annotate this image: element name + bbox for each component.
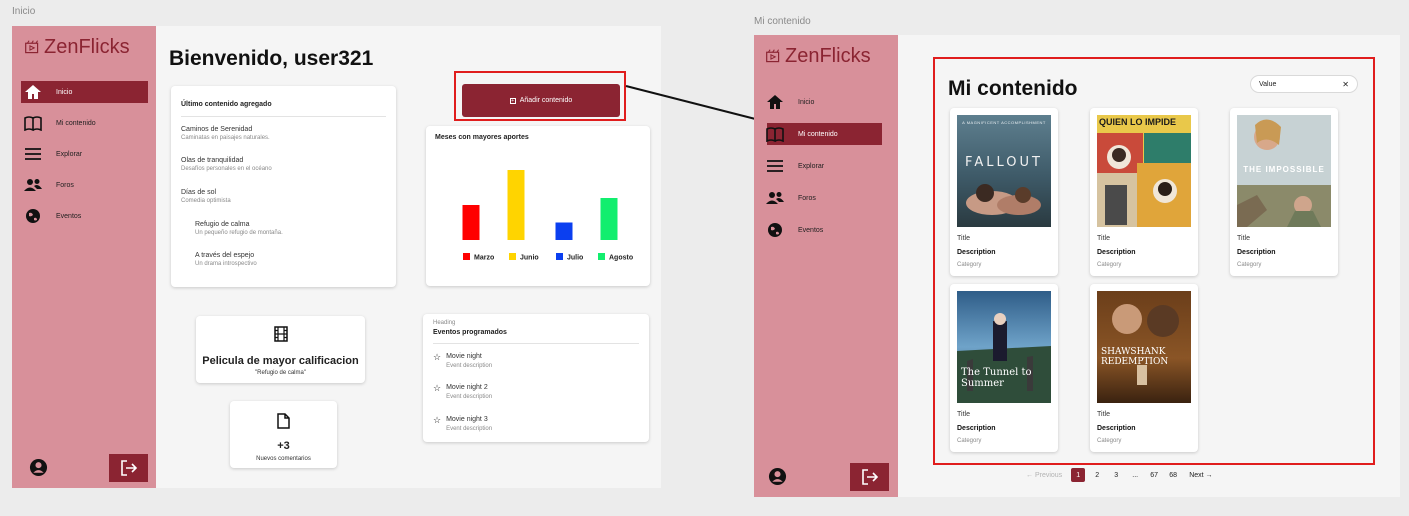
logout-icon — [861, 469, 878, 485]
sidebar-item-foros[interactable]: Foros — [754, 187, 898, 209]
logout-button[interactable] — [850, 463, 889, 491]
users-icon — [764, 189, 786, 207]
sidebar-item-label: Eventos — [798, 226, 824, 234]
logo[interactable]: ZenFlicks — [765, 45, 871, 68]
book-icon — [764, 125, 786, 143]
sidebar: ZenFlicks Inicio Mi contenido Explorar F… — [754, 35, 898, 497]
page-2[interactable]: 2 — [1090, 472, 1104, 479]
sidebar-item-label: Explorar — [798, 162, 825, 170]
home-icon — [764, 93, 786, 111]
sidebar-item-eventos[interactable]: Eventos — [754, 219, 898, 241]
logo-text: ZenFlicks — [785, 45, 871, 67]
menu-icon — [764, 157, 786, 175]
account-icon[interactable] — [768, 467, 787, 491]
globe-icon — [764, 221, 786, 239]
sidebar-item-label: Mi contenido — [798, 130, 838, 138]
pagination-previous[interactable]: ← Previous — [1026, 472, 1062, 479]
page-ellipsis: ... — [1132, 471, 1139, 479]
sidebar-item-label: Foros — [798, 194, 816, 202]
sidebar-item-explorar[interactable]: Explorar — [754, 155, 898, 177]
highlight-box-content-grid — [933, 57, 1375, 465]
page-68[interactable]: 68 — [1166, 472, 1180, 479]
sidebar-nav: Inicio Mi contenido Explorar Foros Event… — [754, 91, 898, 251]
film-logo-icon — [766, 49, 780, 63]
pagination-next[interactable]: Next → — [1189, 472, 1212, 479]
page-3[interactable]: 3 — [1109, 472, 1123, 479]
page-67[interactable]: 67 — [1147, 472, 1161, 479]
sidebar-item-label: Inicio — [798, 98, 815, 106]
sidebar-item-mi-contenido[interactable]: Mi contenido — [754, 123, 898, 145]
pagination: ← Previous 1 2 3 ... 67 68 Next → — [1026, 468, 1213, 482]
page-1[interactable]: 1 — [1071, 468, 1086, 482]
sidebar-item-inicio[interactable]: Inicio — [754, 91, 898, 113]
frame-label-mi-contenido: Mi contenido — [754, 16, 811, 27]
